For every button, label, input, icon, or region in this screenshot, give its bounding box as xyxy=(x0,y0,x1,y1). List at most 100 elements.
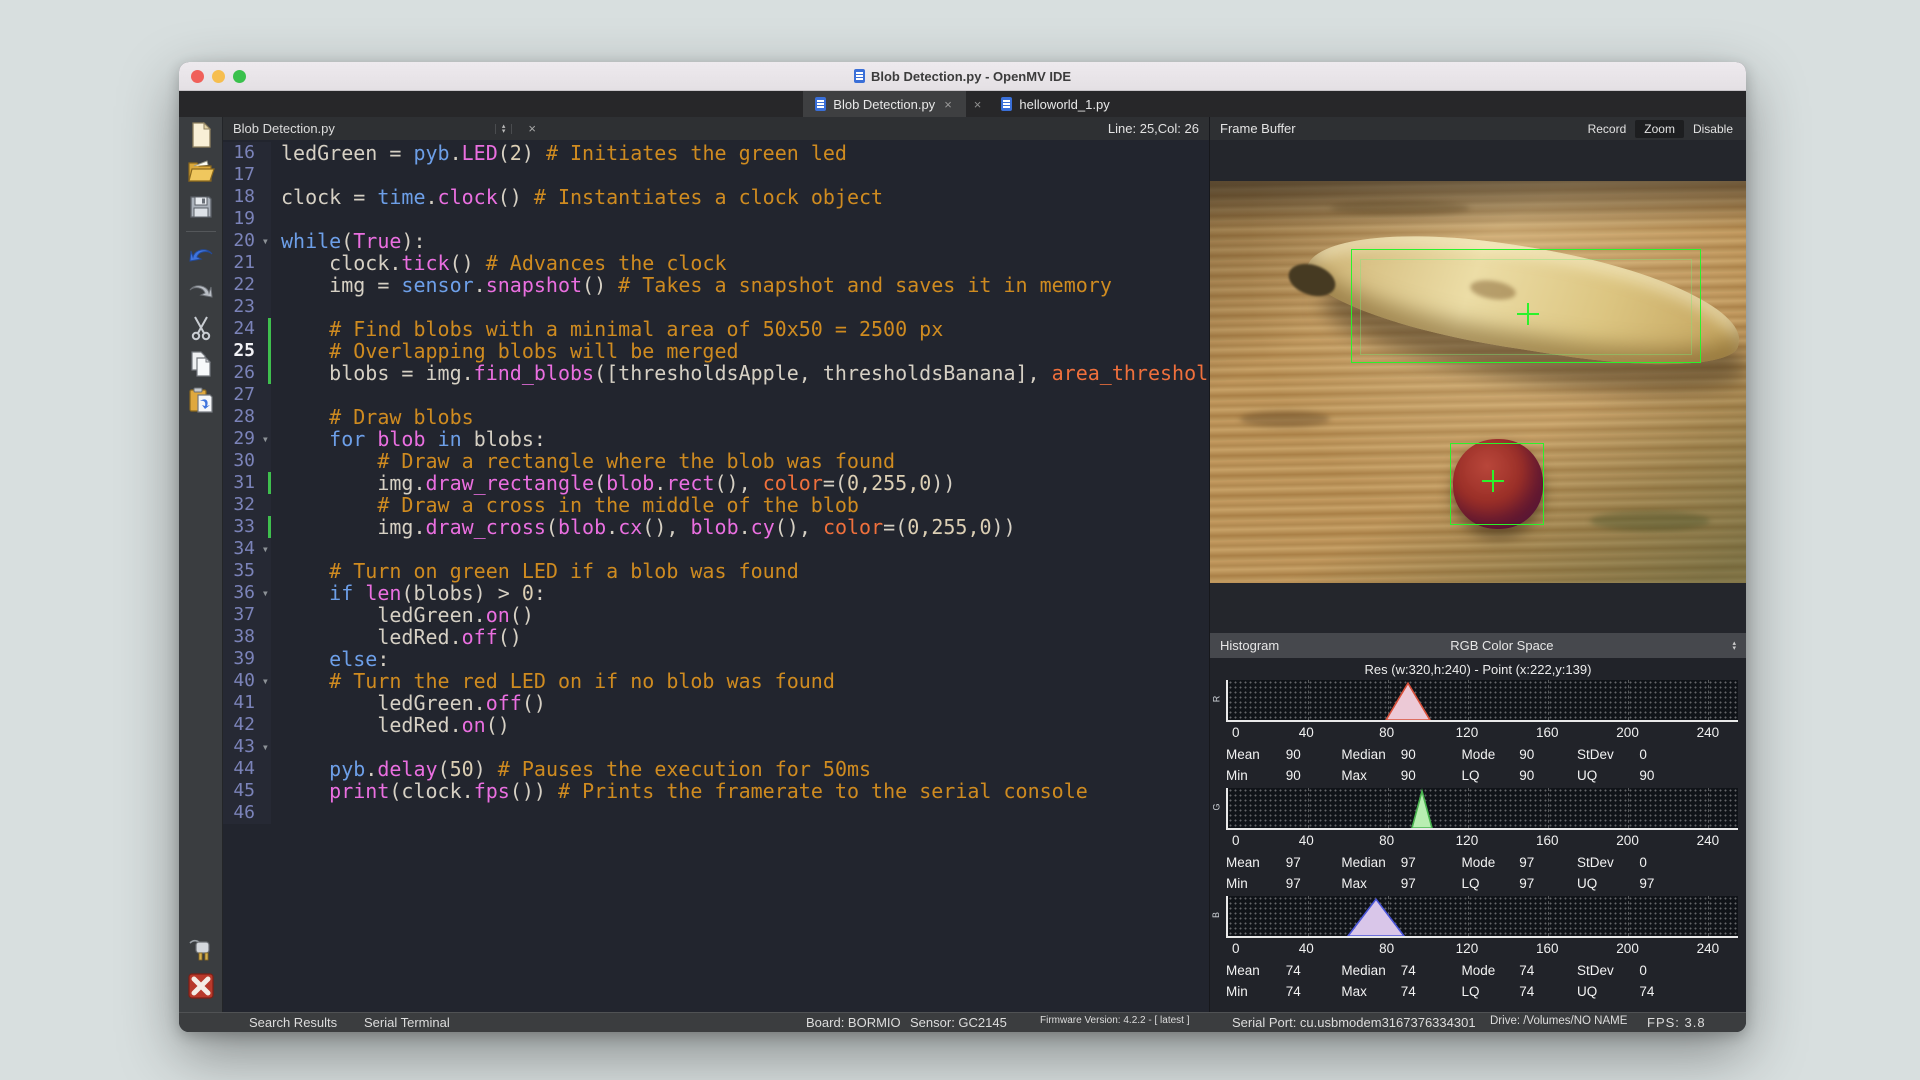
gutter-line-number[interactable]: 19 xyxy=(223,208,271,230)
gutter-line-number[interactable]: 29▾ xyxy=(223,428,271,450)
gutter-line-number[interactable]: 22 xyxy=(223,274,271,296)
gutter-line-number[interactable]: 38 xyxy=(223,626,271,648)
disable-button[interactable]: Disable xyxy=(1684,120,1742,138)
code-line[interactable]: 24 # Find blobs with a minimal area of 5… xyxy=(223,318,1209,340)
code-line[interactable]: 18clock = time.clock() # Instantiates a … xyxy=(223,186,1209,208)
code-line[interactable]: 26 blobs = img.find_blobs([thresholdsApp… xyxy=(223,362,1209,384)
code-line[interactable]: 16ledGreen = pyb.LED(2) # Initiates the … xyxy=(223,142,1209,164)
code-line[interactable]: 42 ledRed.on() xyxy=(223,714,1209,736)
gutter-line-number[interactable]: 20▾ xyxy=(223,230,271,252)
color-space-selector[interactable]: RGB Color Space xyxy=(1279,638,1724,653)
tab-close-icon[interactable]: × xyxy=(942,97,954,112)
code-line[interactable]: 31 img.draw_rectangle(blob.rect(), color… xyxy=(223,472,1209,494)
copy-icon[interactable] xyxy=(187,350,215,378)
fold-arrow-icon[interactable]: ▾ xyxy=(262,538,269,560)
tab-bar: Blob Detection.py × × helloworld_1.py xyxy=(179,91,1746,117)
gutter-line-number[interactable]: 26 xyxy=(223,362,271,384)
code-line[interactable]: 34▾ xyxy=(223,538,1209,560)
serial-terminal-button[interactable]: Serial Terminal xyxy=(364,1015,450,1030)
tab-close-icon[interactable]: × xyxy=(966,91,990,117)
code-line[interactable]: 22 img = sensor.snapshot() # Takes a sna… xyxy=(223,274,1209,296)
code-line[interactable]: 40▾ # Turn the red LED on if no blob was… xyxy=(223,670,1209,692)
gutter-line-number[interactable]: 28 xyxy=(223,406,271,428)
code-line[interactable]: 43▾ xyxy=(223,736,1209,758)
gutter-line-number[interactable]: 35 xyxy=(223,560,271,582)
fold-arrow-icon[interactable]: ▾ xyxy=(262,428,269,450)
file-selector-stepper-icon[interactable]: ▴▾ xyxy=(495,124,513,134)
tab-helloworld[interactable]: helloworld_1.py xyxy=(989,91,1121,117)
open-file-selector[interactable]: Blob Detection.py ▴▾ × xyxy=(233,121,542,136)
gutter-line-number[interactable]: 17 xyxy=(223,164,271,186)
new-file-icon[interactable] xyxy=(187,121,215,149)
gutter-line-number[interactable]: 23 xyxy=(223,296,271,318)
code-line[interactable]: 45 print(clock.fps()) # Prints the frame… xyxy=(223,780,1209,802)
close-window-button[interactable] xyxy=(191,70,204,83)
code-line[interactable]: 32 # Draw a cross in the middle of the b… xyxy=(223,494,1209,516)
code-line[interactable]: 23 xyxy=(223,296,1209,318)
gutter-line-number[interactable]: 39 xyxy=(223,648,271,670)
code-line[interactable]: 27 xyxy=(223,384,1209,406)
code-line[interactable]: 37 ledGreen.on() xyxy=(223,604,1209,626)
fold-arrow-icon[interactable]: ▾ xyxy=(262,582,269,604)
code-line[interactable]: 38 ledRed.off() xyxy=(223,626,1209,648)
paste-icon[interactable] xyxy=(187,386,215,414)
tab-blob-detection[interactable]: Blob Detection.py × xyxy=(803,91,966,117)
code-line[interactable]: 28 # Draw blobs xyxy=(223,406,1209,428)
gutter-line-number[interactable]: 45 xyxy=(223,780,271,802)
record-button[interactable]: Record xyxy=(1579,120,1636,138)
code-line[interactable]: 41 ledGreen.off() xyxy=(223,692,1209,714)
code-line[interactable]: 25 # Overlapping blobs will be merged xyxy=(223,340,1209,362)
zoom-window-button[interactable] xyxy=(233,70,246,83)
undo-icon[interactable] xyxy=(187,242,215,270)
redo-icon[interactable] xyxy=(187,278,215,306)
camera-frame-image[interactable] xyxy=(1210,181,1746,583)
gutter-line-number[interactable]: 33 xyxy=(223,516,271,538)
search-results-button[interactable]: Search Results xyxy=(249,1015,337,1030)
file-close-icon[interactable]: × xyxy=(522,121,542,136)
gutter-line-number[interactable]: 25 xyxy=(223,340,271,362)
gutter-line-number[interactable]: 40▾ xyxy=(223,670,271,692)
fold-arrow-icon[interactable]: ▾ xyxy=(262,736,269,758)
gutter-line-number[interactable]: 43▾ xyxy=(223,736,271,758)
gutter-line-number[interactable]: 21 xyxy=(223,252,271,274)
title-bar[interactable]: Blob Detection.py - OpenMV IDE xyxy=(179,62,1746,91)
code-line[interactable]: 29▾ for blob in blobs: xyxy=(223,428,1209,450)
gutter-line-number[interactable]: 18 xyxy=(223,186,271,208)
gutter-line-number[interactable]: 31 xyxy=(223,472,271,494)
gutter-line-number[interactable]: 30 xyxy=(223,450,271,472)
gutter-line-number[interactable]: 36▾ xyxy=(223,582,271,604)
stop-icon[interactable] xyxy=(187,972,215,1000)
code-line[interactable]: 17 xyxy=(223,164,1209,186)
gutter-line-number[interactable]: 27 xyxy=(223,384,271,406)
code-line[interactable]: 21 clock.tick() # Advances the clock xyxy=(223,252,1209,274)
code-line[interactable]: 35 # Turn on green LED if a blob was fou… xyxy=(223,560,1209,582)
gutter-line-number[interactable]: 24 xyxy=(223,318,271,340)
gutter-line-number[interactable]: 44 xyxy=(223,758,271,780)
gutter-line-number[interactable]: 34▾ xyxy=(223,538,271,560)
code-line[interactable]: 39 else: xyxy=(223,648,1209,670)
gutter-line-number[interactable]: 37 xyxy=(223,604,271,626)
color-space-stepper-icon[interactable]: ▴▾ xyxy=(1724,641,1736,651)
code-line[interactable]: 36▾ if len(blobs) > 0: xyxy=(223,582,1209,604)
fold-arrow-icon[interactable]: ▾ xyxy=(262,670,269,692)
save-file-icon[interactable] xyxy=(187,193,215,221)
cut-icon[interactable] xyxy=(187,314,215,342)
gutter-line-number[interactable]: 42 xyxy=(223,714,271,736)
open-file-icon[interactable] xyxy=(187,157,215,185)
code-line[interactable]: 44 pyb.delay(50) # Pauses the execution … xyxy=(223,758,1209,780)
connect-icon[interactable] xyxy=(187,936,215,964)
code-line[interactable]: 19 xyxy=(223,208,1209,230)
gutter-line-number[interactable]: 32 xyxy=(223,494,271,516)
code-line[interactable]: 46 xyxy=(223,802,1209,824)
gutter-line-number[interactable]: 46 xyxy=(223,802,271,824)
gutter-line-number[interactable]: 16 xyxy=(223,142,271,164)
code-line[interactable]: 33 img.draw_cross(blob.cx(), blob.cy(), … xyxy=(223,516,1209,538)
code-line[interactable]: 30 # Draw a rectangle where the blob was… xyxy=(223,450,1209,472)
gutter-line-number[interactable]: 41 xyxy=(223,692,271,714)
code-line[interactable]: 20▾while(True): xyxy=(223,230,1209,252)
fold-arrow-icon[interactable]: ▾ xyxy=(262,230,269,252)
zoom-button[interactable]: Zoom xyxy=(1635,120,1684,138)
code-lines[interactable]: 16ledGreen = pyb.LED(2) # Initiates the … xyxy=(223,140,1209,1012)
minimize-window-button[interactable] xyxy=(212,70,225,83)
histogram-axis: 04080120160200240 xyxy=(1226,830,1738,852)
